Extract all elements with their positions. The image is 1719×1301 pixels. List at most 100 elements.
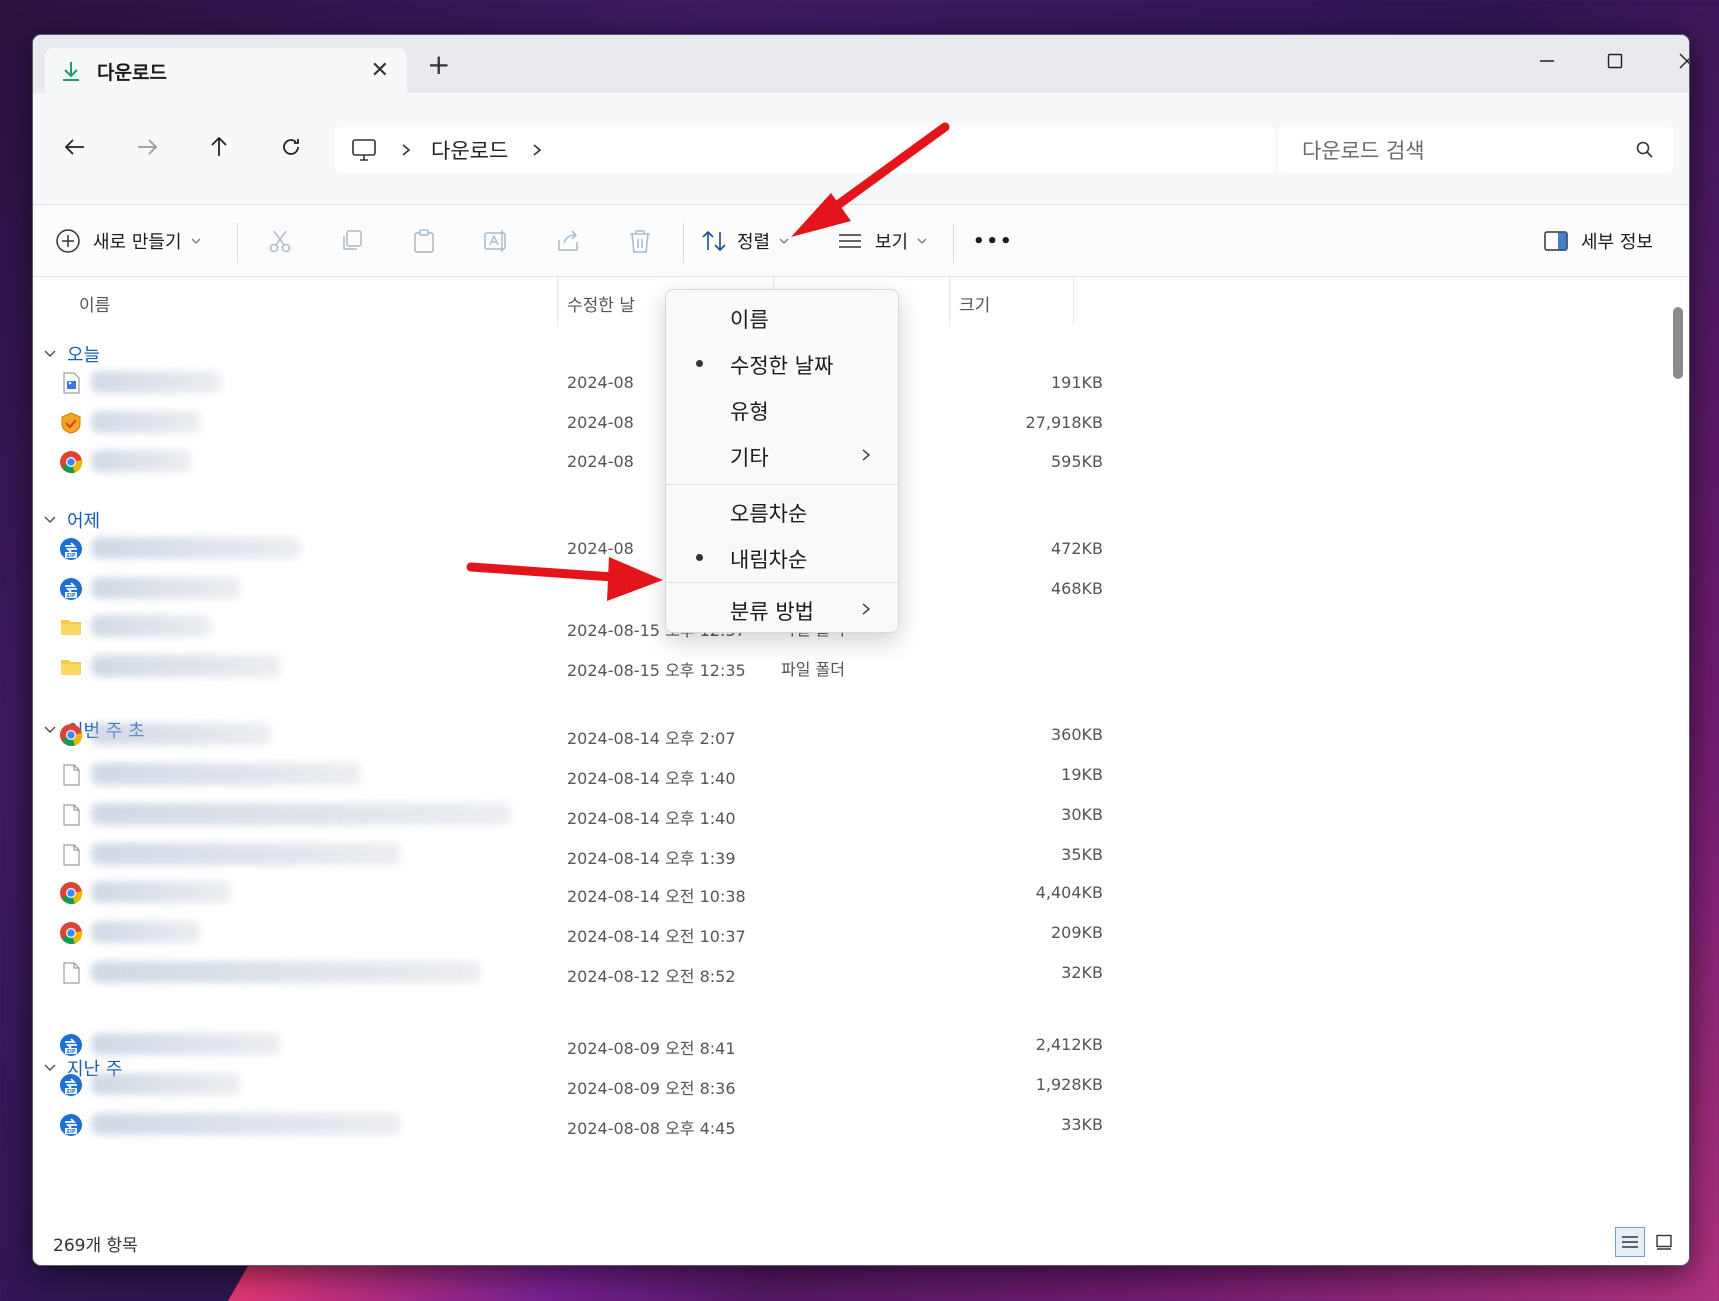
file-name-redacted <box>91 446 511 478</box>
svg-text:ZIP: ZIP <box>66 1049 75 1055</box>
file-name-redacted <box>91 573 511 605</box>
file-name-redacted <box>91 877 511 909</box>
file-date: 2024-08-14 오후 1:39 <box>567 849 736 868</box>
file-explorer-window: 다운로드 ✕ + 다운로드 다운로드 검색 새로 만들기 정렬 보기 ••• 세… <box>32 34 1690 1266</box>
minimize-button[interactable] <box>1517 41 1577 81</box>
file-date: 2024-08-14 오후 1:40 <box>567 809 736 828</box>
file-size: 468KB <box>1050 579 1103 598</box>
sort-by-more[interactable]: 기타 <box>666 432 898 478</box>
file-row[interactable]: 2024-08-14 오전 10:38 4,404KB <box>33 873 1661 913</box>
details-pane-button[interactable]: 세부 정보 <box>1543 219 1653 263</box>
address-bar[interactable]: 다운로드 <box>335 127 1275 173</box>
sort-by-type[interactable]: 유형 <box>666 386 898 432</box>
menu-item-label: 기타 <box>730 446 769 470</box>
chevron-down-icon <box>779 238 789 244</box>
file-size: 209KB <box>1050 923 1103 942</box>
file-row[interactable]: 2024-08-12 오전 8:52 32KB <box>33 953 1661 993</box>
file-date: 2024-08 <box>567 373 634 392</box>
chrome-icon <box>59 881 83 905</box>
column-name[interactable]: 이름 <box>79 291 110 316</box>
sort-ascending[interactable]: 오름차순 <box>666 488 898 534</box>
file-date: 2024-08 <box>567 452 634 471</box>
title-bar: 다운로드 ✕ + <box>33 35 1689 94</box>
close-tab-icon[interactable]: ✕ <box>371 58 389 83</box>
search-input[interactable]: 다운로드 검색 <box>1278 127 1673 173</box>
divider <box>237 223 238 263</box>
file-size: 35KB <box>1061 845 1103 864</box>
file-size: 32KB <box>1061 963 1103 982</box>
chevron-right-icon[interactable] <box>530 143 544 157</box>
file-row[interactable]: ZIP 2024-08-09 오전 8:41 2,412KB <box>33 1025 1661 1065</box>
file-size: 4,404KB <box>1035 883 1103 902</box>
folder-icon <box>59 655 83 679</box>
view-button[interactable]: 보기 <box>837 219 928 263</box>
search-placeholder: 다운로드 검색 <box>1302 139 1425 163</box>
column-modified[interactable]: 수정한 날 <box>567 291 635 316</box>
file-type: 파일 폴더 <box>781 660 845 679</box>
tiles-view-toggle[interactable] <box>1649 1227 1679 1257</box>
sort-by-name[interactable]: 이름 <box>666 294 898 340</box>
download-icon <box>63 62 79 81</box>
scrollbar[interactable] <box>1673 285 1683 1215</box>
zip-icon: ZIP <box>59 1033 83 1057</box>
file-size: 191KB <box>1050 373 1103 392</box>
back-button[interactable] <box>53 127 97 167</box>
maximize-button[interactable] <box>1585 41 1645 81</box>
paste-button[interactable] <box>411 219 437 263</box>
file-icon <box>59 803 83 827</box>
copy-button[interactable] <box>339 219 365 263</box>
file-row[interactable]: ZIP 2024-08-09 오전 8:36 1,928KB <box>33 1065 1661 1105</box>
forward-button[interactable] <box>125 127 169 167</box>
tab-downloads[interactable]: 다운로드 ✕ <box>45 48 407 94</box>
sort-descending[interactable]: 내림차순 <box>666 534 898 580</box>
file-date: 2024-08 <box>567 539 634 558</box>
details-view-icon <box>1622 1236 1638 1248</box>
file-name-redacted <box>91 957 511 989</box>
arrow-right-icon <box>138 139 158 155</box>
share-icon <box>558 230 578 251</box>
status-bar: 269개 항목 <box>33 1213 1689 1265</box>
scrollbar-thumb[interactable] <box>1673 307 1683 379</box>
arrow-up-icon <box>211 136 227 156</box>
file-row[interactable]: 2024-08-14 오후 1:39 35KB <box>33 835 1661 875</box>
new-tab-button[interactable]: + <box>427 51 450 79</box>
file-name-redacted <box>91 1029 511 1061</box>
file-date: 2024-08-12 오전 8:52 <box>567 967 736 986</box>
folder-icon <box>59 615 83 639</box>
divider <box>683 223 684 263</box>
file-row[interactable]: 2024-08-14 오전 10:37 209KB <box>33 913 1661 953</box>
close-window-button[interactable] <box>1657 41 1689 81</box>
menu-item-label: 내림차순 <box>730 548 808 572</box>
group-by[interactable]: 분류 방법 <box>666 586 898 632</box>
menu-item-label: 수정한 날짜 <box>730 354 834 378</box>
file-row[interactable]: 2024-08-15 오후 12:35 파일 폴더 <box>33 647 1661 687</box>
chevron-down-icon <box>917 238 927 244</box>
navigation-bar: 다운로드 다운로드 검색 <box>33 93 1689 205</box>
file-row[interactable]: 2024-08-14 오후 2:07 360KB <box>33 715 1661 755</box>
more-options-button[interactable]: ••• <box>973 219 1014 263</box>
cut-button[interactable] <box>267 219 293 263</box>
file-name-redacted <box>91 759 511 791</box>
sort-by-date-modified[interactable]: 수정한 날짜 <box>666 340 898 386</box>
file-size: 360KB <box>1050 725 1103 744</box>
share-button[interactable] <box>555 219 581 263</box>
sort-label: 정렬 <box>737 232 771 253</box>
file-row[interactable]: 2024-08-14 오후 1:40 30KB <box>33 795 1661 835</box>
sort-button[interactable]: 정렬 <box>701 219 790 263</box>
breadcrumb-downloads[interactable]: 다운로드 <box>431 135 508 165</box>
sort-menu: 이름 수정한 날짜 유형 기타 오름차순 내림차순 분류 방법 <box>665 289 899 633</box>
file-row[interactable]: ZIP 2024-08-08 오후 4:45 33KB <box>33 1105 1661 1145</box>
file-row[interactable]: 2024-08-14 오후 1:40 19KB <box>33 755 1661 795</box>
file-date: 2024-08-08 오후 4:45 <box>567 1119 736 1138</box>
refresh-button[interactable] <box>269 127 313 167</box>
rename-button[interactable] <box>483 219 509 263</box>
chevron-right-icon <box>862 449 871 461</box>
zip-icon: ZIP <box>59 1073 83 1097</box>
new-button[interactable]: 새로 만들기 <box>55 219 202 263</box>
delete-button[interactable] <box>627 219 653 263</box>
file-name-redacted <box>91 651 511 683</box>
view-label: 보기 <box>875 232 909 253</box>
up-button[interactable] <box>197 127 241 167</box>
details-view-toggle[interactable] <box>1615 1227 1645 1257</box>
column-size[interactable]: 크기 <box>959 291 990 316</box>
